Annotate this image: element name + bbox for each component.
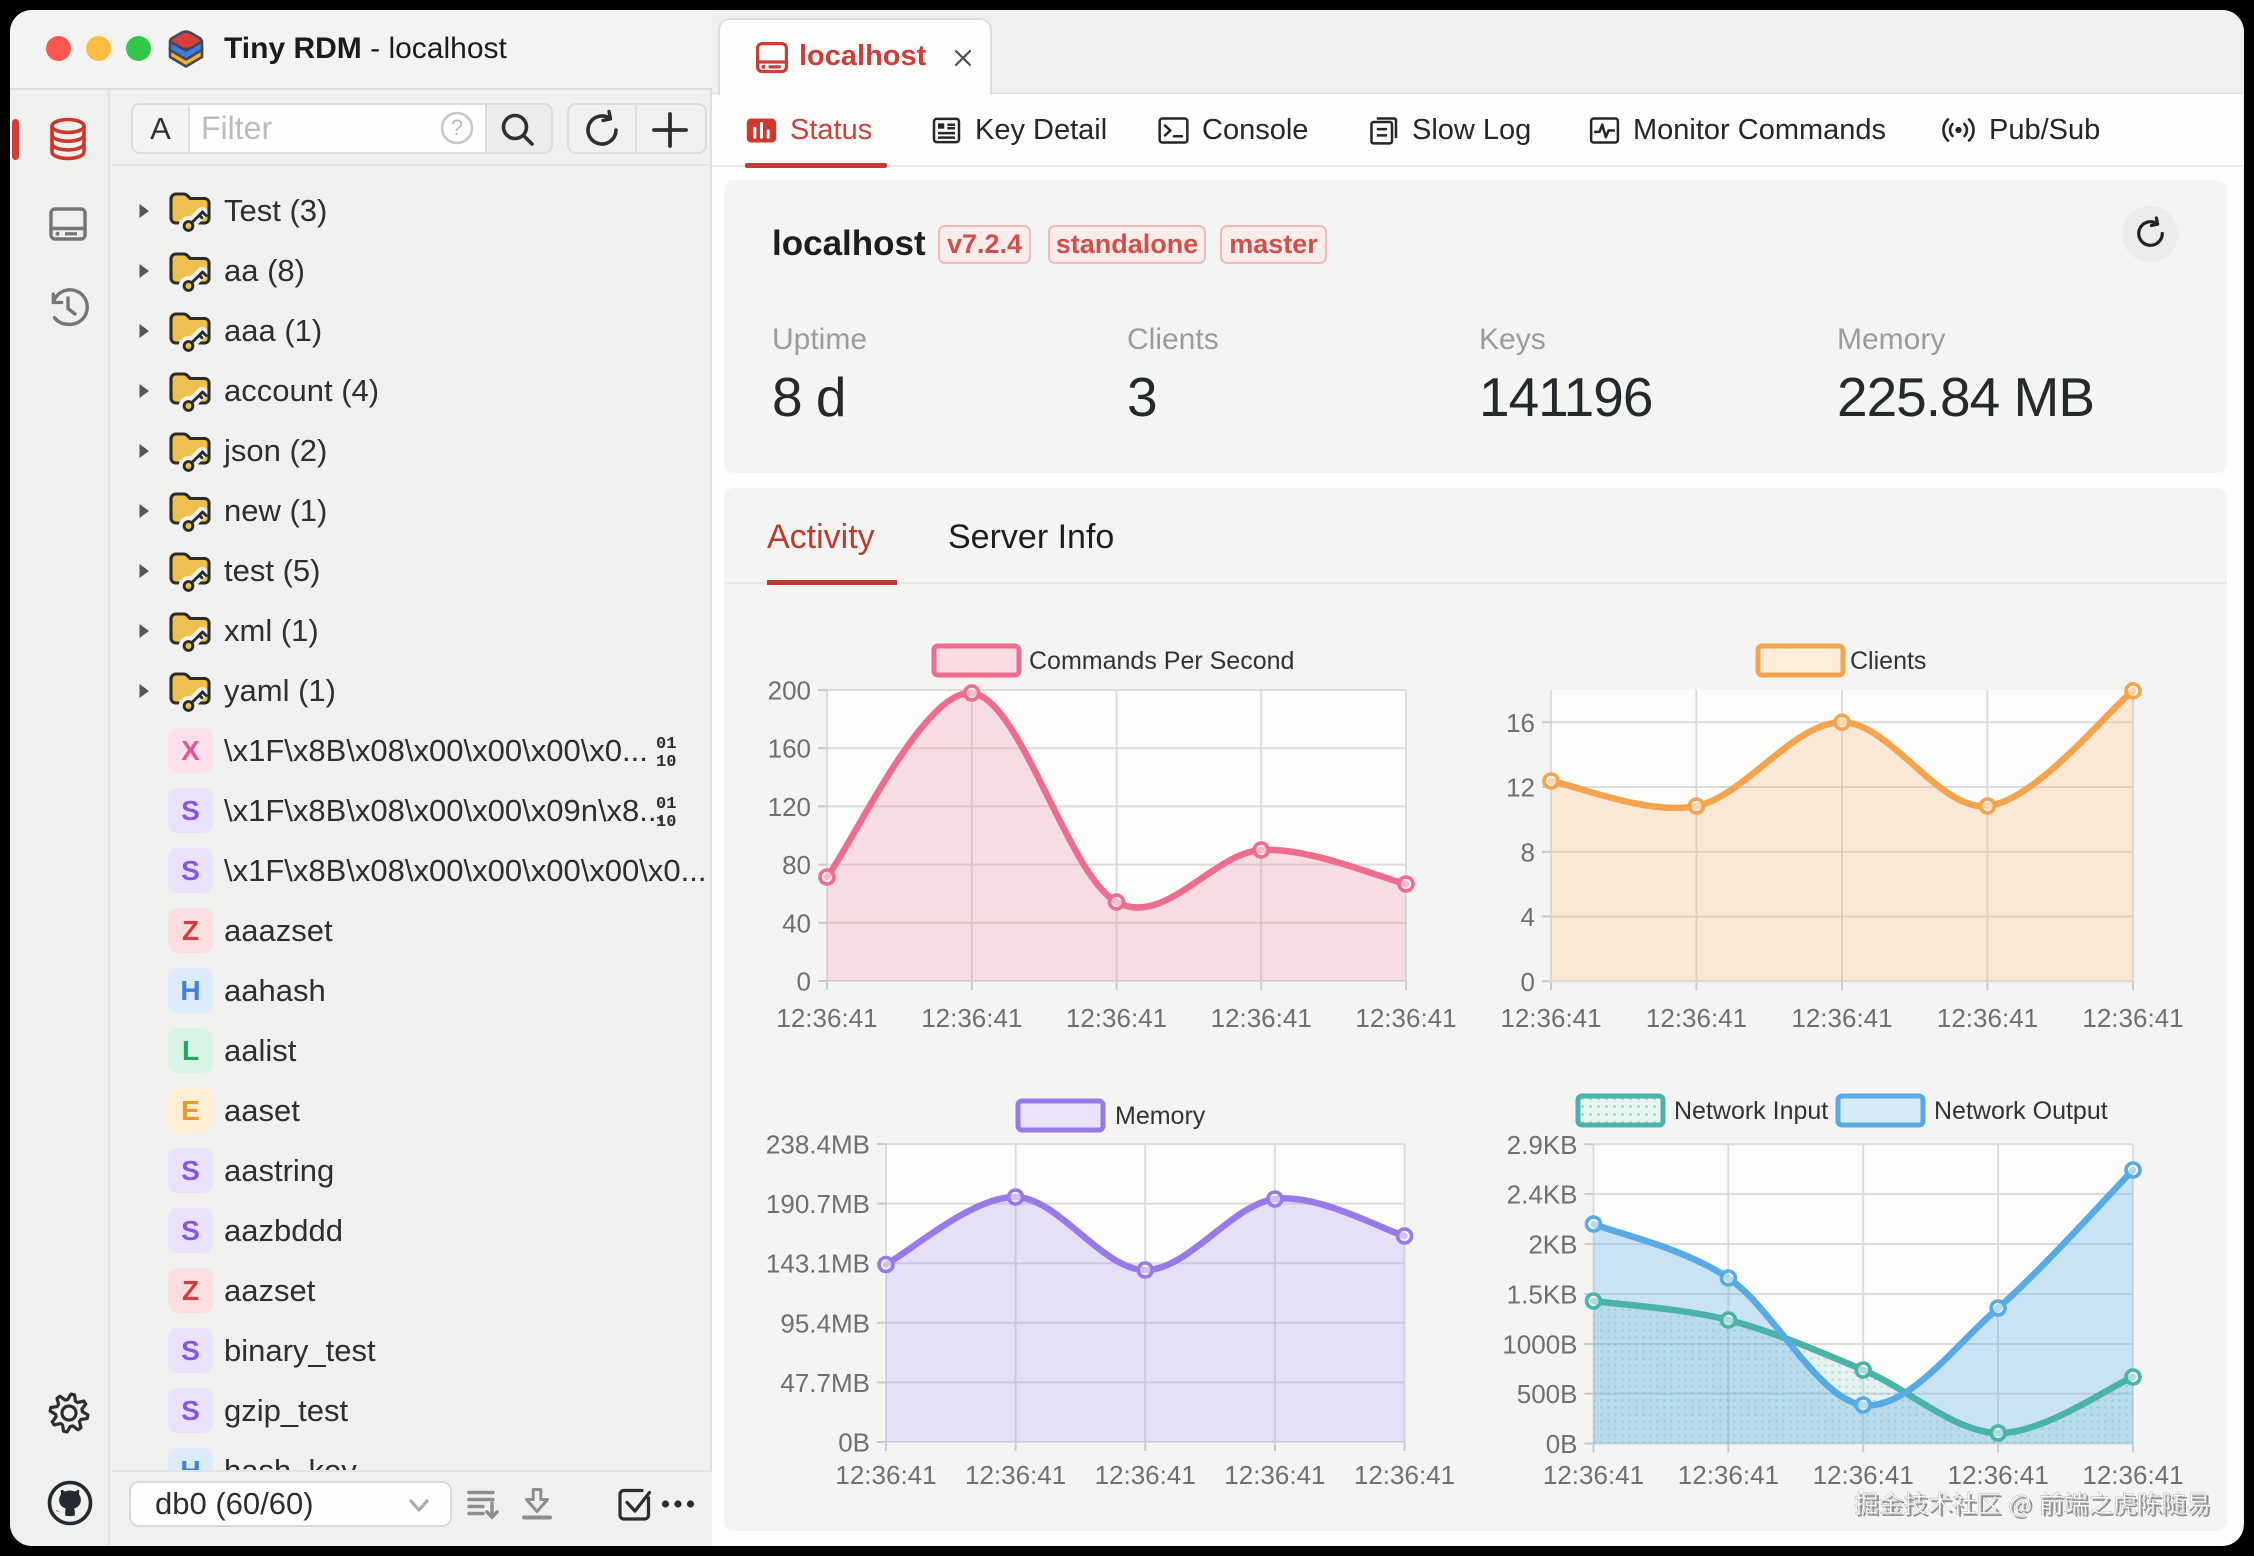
- svg-text:80: 80: [782, 850, 811, 880]
- svg-text:12: 12: [1506, 773, 1535, 803]
- svg-text:47.7MB: 47.7MB: [780, 1368, 870, 1398]
- svg-text:12:36:41: 12:36:41: [1354, 1460, 1455, 1490]
- svg-text:12:36:41: 12:36:41: [776, 1003, 877, 1033]
- svg-text:2.9KB: 2.9KB: [1507, 1130, 1578, 1160]
- svg-text:0: 0: [1521, 967, 1535, 997]
- svg-text:500B: 500B: [1517, 1379, 1578, 1409]
- svg-text:2.4KB: 2.4KB: [1507, 1180, 1578, 1210]
- svg-text:12:36:41: 12:36:41: [1646, 1003, 1747, 1033]
- svg-text:12:36:41: 12:36:41: [1791, 1003, 1892, 1033]
- svg-text:12:36:41: 12:36:41: [2082, 1003, 2183, 1033]
- svg-text:40: 40: [782, 908, 811, 938]
- svg-text:12:36:41: 12:36:41: [1211, 1003, 1312, 1033]
- svg-text:10: 10: [656, 753, 676, 769]
- svg-text:12:36:41: 12:36:41: [1224, 1460, 1325, 1490]
- svg-text:12:36:41: 12:36:41: [1355, 1003, 1456, 1033]
- svg-text:Network Input: Network Input: [1674, 1097, 1828, 1125]
- svg-text:190.7MB: 190.7MB: [766, 1189, 870, 1219]
- svg-text:12:36:41: 12:36:41: [1678, 1460, 1779, 1490]
- svg-text:2KB: 2KB: [1528, 1230, 1577, 1260]
- svg-text:12:36:41: 12:36:41: [1095, 1460, 1196, 1490]
- svg-text:12:36:41: 12:36:41: [835, 1460, 936, 1490]
- svg-text:01: 01: [656, 735, 676, 754]
- svg-text:Network Output: Network Output: [1934, 1097, 2108, 1125]
- svg-text:200: 200: [768, 676, 811, 706]
- svg-text:238.4MB: 238.4MB: [766, 1130, 870, 1160]
- svg-text:Clients: Clients: [1850, 647, 1926, 675]
- svg-text:12:36:41: 12:36:41: [1066, 1003, 1167, 1033]
- svg-text:120: 120: [768, 792, 811, 822]
- svg-text:?: ?: [451, 115, 463, 140]
- svg-text:95.4MB: 95.4MB: [780, 1308, 870, 1338]
- svg-text:1.5KB: 1.5KB: [1507, 1280, 1578, 1310]
- svg-text:12:36:41: 12:36:41: [1543, 1460, 1644, 1490]
- svg-text:12:36:41: 12:36:41: [1937, 1003, 2038, 1033]
- svg-text:12:36:41: 12:36:41: [921, 1003, 1022, 1033]
- svg-text:0B: 0B: [838, 1428, 870, 1458]
- svg-text:16: 16: [1506, 708, 1535, 738]
- svg-text:Commands Per Second: Commands Per Second: [1029, 647, 1294, 675]
- svg-text:0B: 0B: [1546, 1429, 1578, 1459]
- svg-text:1000B: 1000B: [1502, 1330, 1577, 1360]
- svg-text:8: 8: [1521, 837, 1535, 867]
- svg-text:160: 160: [768, 734, 811, 764]
- svg-text:12:36:41: 12:36:41: [965, 1460, 1066, 1490]
- svg-text:Memory: Memory: [1115, 1102, 1206, 1130]
- svg-text:10: 10: [656, 813, 676, 829]
- svg-text:143.1MB: 143.1MB: [766, 1249, 870, 1279]
- svg-text:01: 01: [656, 795, 676, 814]
- svg-text:4: 4: [1521, 902, 1535, 932]
- svg-text:12:36:41: 12:36:41: [1500, 1003, 1601, 1033]
- svg-text:0: 0: [797, 967, 811, 997]
